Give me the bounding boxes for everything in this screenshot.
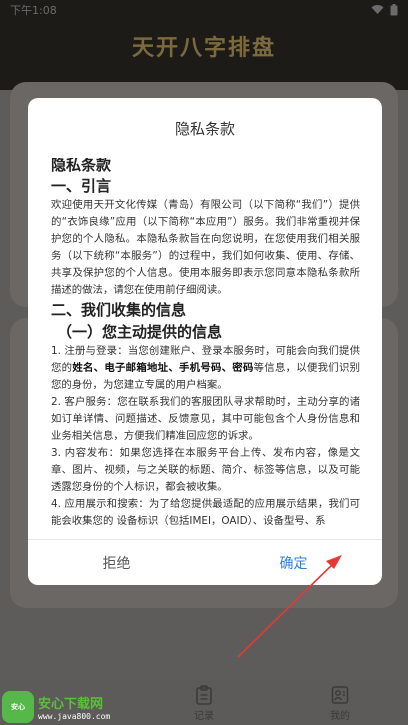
section-intro-heading: 一、引言: [51, 177, 112, 195]
privacy-dialog: 隐私条款 隐私条款 一、引言 欢迎使用天开文化传媒（青岛）有限公司（以下简称“我…: [28, 98, 382, 585]
item-register-bold: 姓名、电子邮箱地址、手机号码、密码: [72, 362, 254, 374]
item-content: 3. 内容发布：如果您选择在本服务平台上传、发布内容，像是文章、图片、视频，与之…: [51, 447, 360, 493]
section-collect-heading: 二、我们收集的信息: [51, 301, 187, 319]
watermark-url: www.java800.com: [38, 712, 111, 721]
watermark-logo-icon: 安心: [2, 691, 34, 723]
subsection-provided-heading: （一）您主动提供的信息: [57, 323, 223, 341]
dialog-scroll-body[interactable]: 隐私条款 一、引言 欢迎使用天开文化传媒（青岛）有限公司（以下简称“我们”）提供…: [28, 158, 382, 539]
watermark: 安心 安心下载网 www.java800.com: [2, 691, 110, 723]
watermark-brand: 安心下载网: [38, 697, 104, 712]
annotation-arrow-icon: [237, 555, 342, 658]
item-display: 4. 应用展示和搜索：为了给您提供最适配的应用展示结果，我们可能会收集您的 设备…: [51, 498, 360, 527]
intro-paragraph: 欢迎使用天开文化传媒（青岛）有限公司（以下简称“我们”）提供的“衣饰良缘”应用（…: [51, 199, 360, 296]
dialog-title: 隐私条款: [174, 120, 235, 138]
item-support: 2. 客户服务：您在联系我们的客服团队寻求帮助时，主动分享的诸如订单详情、问题描…: [51, 396, 360, 442]
watermark-text: 安心下载网 www.java800.com: [38, 693, 110, 721]
doc-heading: 隐私条款: [51, 158, 112, 174]
reject-button[interactable]: 拒绝: [28, 540, 205, 585]
item-register: 1. 注册与登录：当您创建账户、登录本服务时，可能会向我们提供您的姓名、电子邮箱…: [51, 343, 360, 394]
